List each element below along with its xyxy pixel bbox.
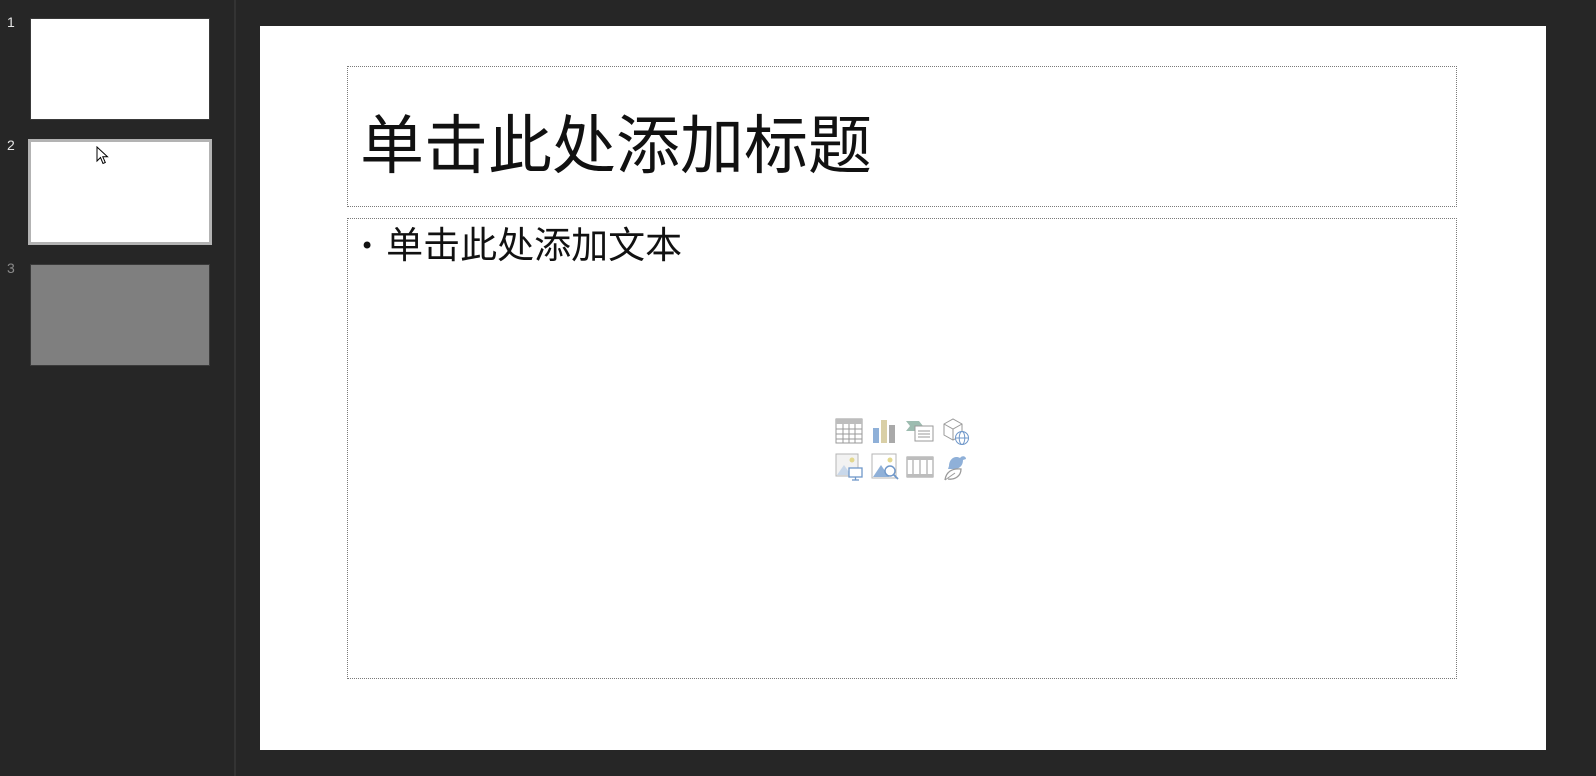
content-insert-icons	[834, 416, 976, 484]
presentation-editor: 1 2 3 单击此处添加标题 • 单击此处添加文本	[0, 0, 1596, 776]
bullet-marker: •	[360, 232, 375, 260]
title-placeholder[interactable]: 单击此处添加标题	[347, 66, 1457, 207]
slide-thumbnail-pane: 1 2 3	[0, 0, 234, 776]
insert-picture-icon[interactable]	[834, 452, 864, 482]
slide-canvas: 单击此处添加标题 • 单击此处添加文本	[260, 26, 1546, 750]
slide-thumbnail-1[interactable]	[30, 18, 210, 120]
pane-splitter[interactable]	[234, 0, 236, 776]
insert-stock-image-icon[interactable]	[870, 452, 900, 482]
slide-thumbnail-2[interactable]	[28, 139, 212, 245]
insert-icons-icon[interactable]	[940, 452, 970, 482]
mouse-pointer-icon	[96, 146, 109, 165]
slide-number: 3	[7, 260, 15, 276]
slide-number: 2	[7, 137, 15, 153]
bullet-line: • 单击此处添加文本	[360, 223, 682, 269]
insert-video-icon[interactable]	[905, 452, 935, 482]
content-placeholder-text: 单击此处添加文本	[386, 224, 683, 267]
insert-smartart-icon[interactable]	[905, 416, 935, 446]
slide-thumbnail-3[interactable]	[30, 264, 210, 366]
title-placeholder-text: 单击此处添加标题	[360, 110, 872, 184]
insert-3d-model-icon[interactable]	[940, 416, 970, 446]
insert-chart-icon[interactable]	[870, 416, 900, 446]
content-placeholder[interactable]: • 单击此处添加文本	[347, 218, 1457, 679]
insert-table-icon[interactable]	[834, 416, 864, 446]
slide-number: 1	[7, 14, 15, 30]
